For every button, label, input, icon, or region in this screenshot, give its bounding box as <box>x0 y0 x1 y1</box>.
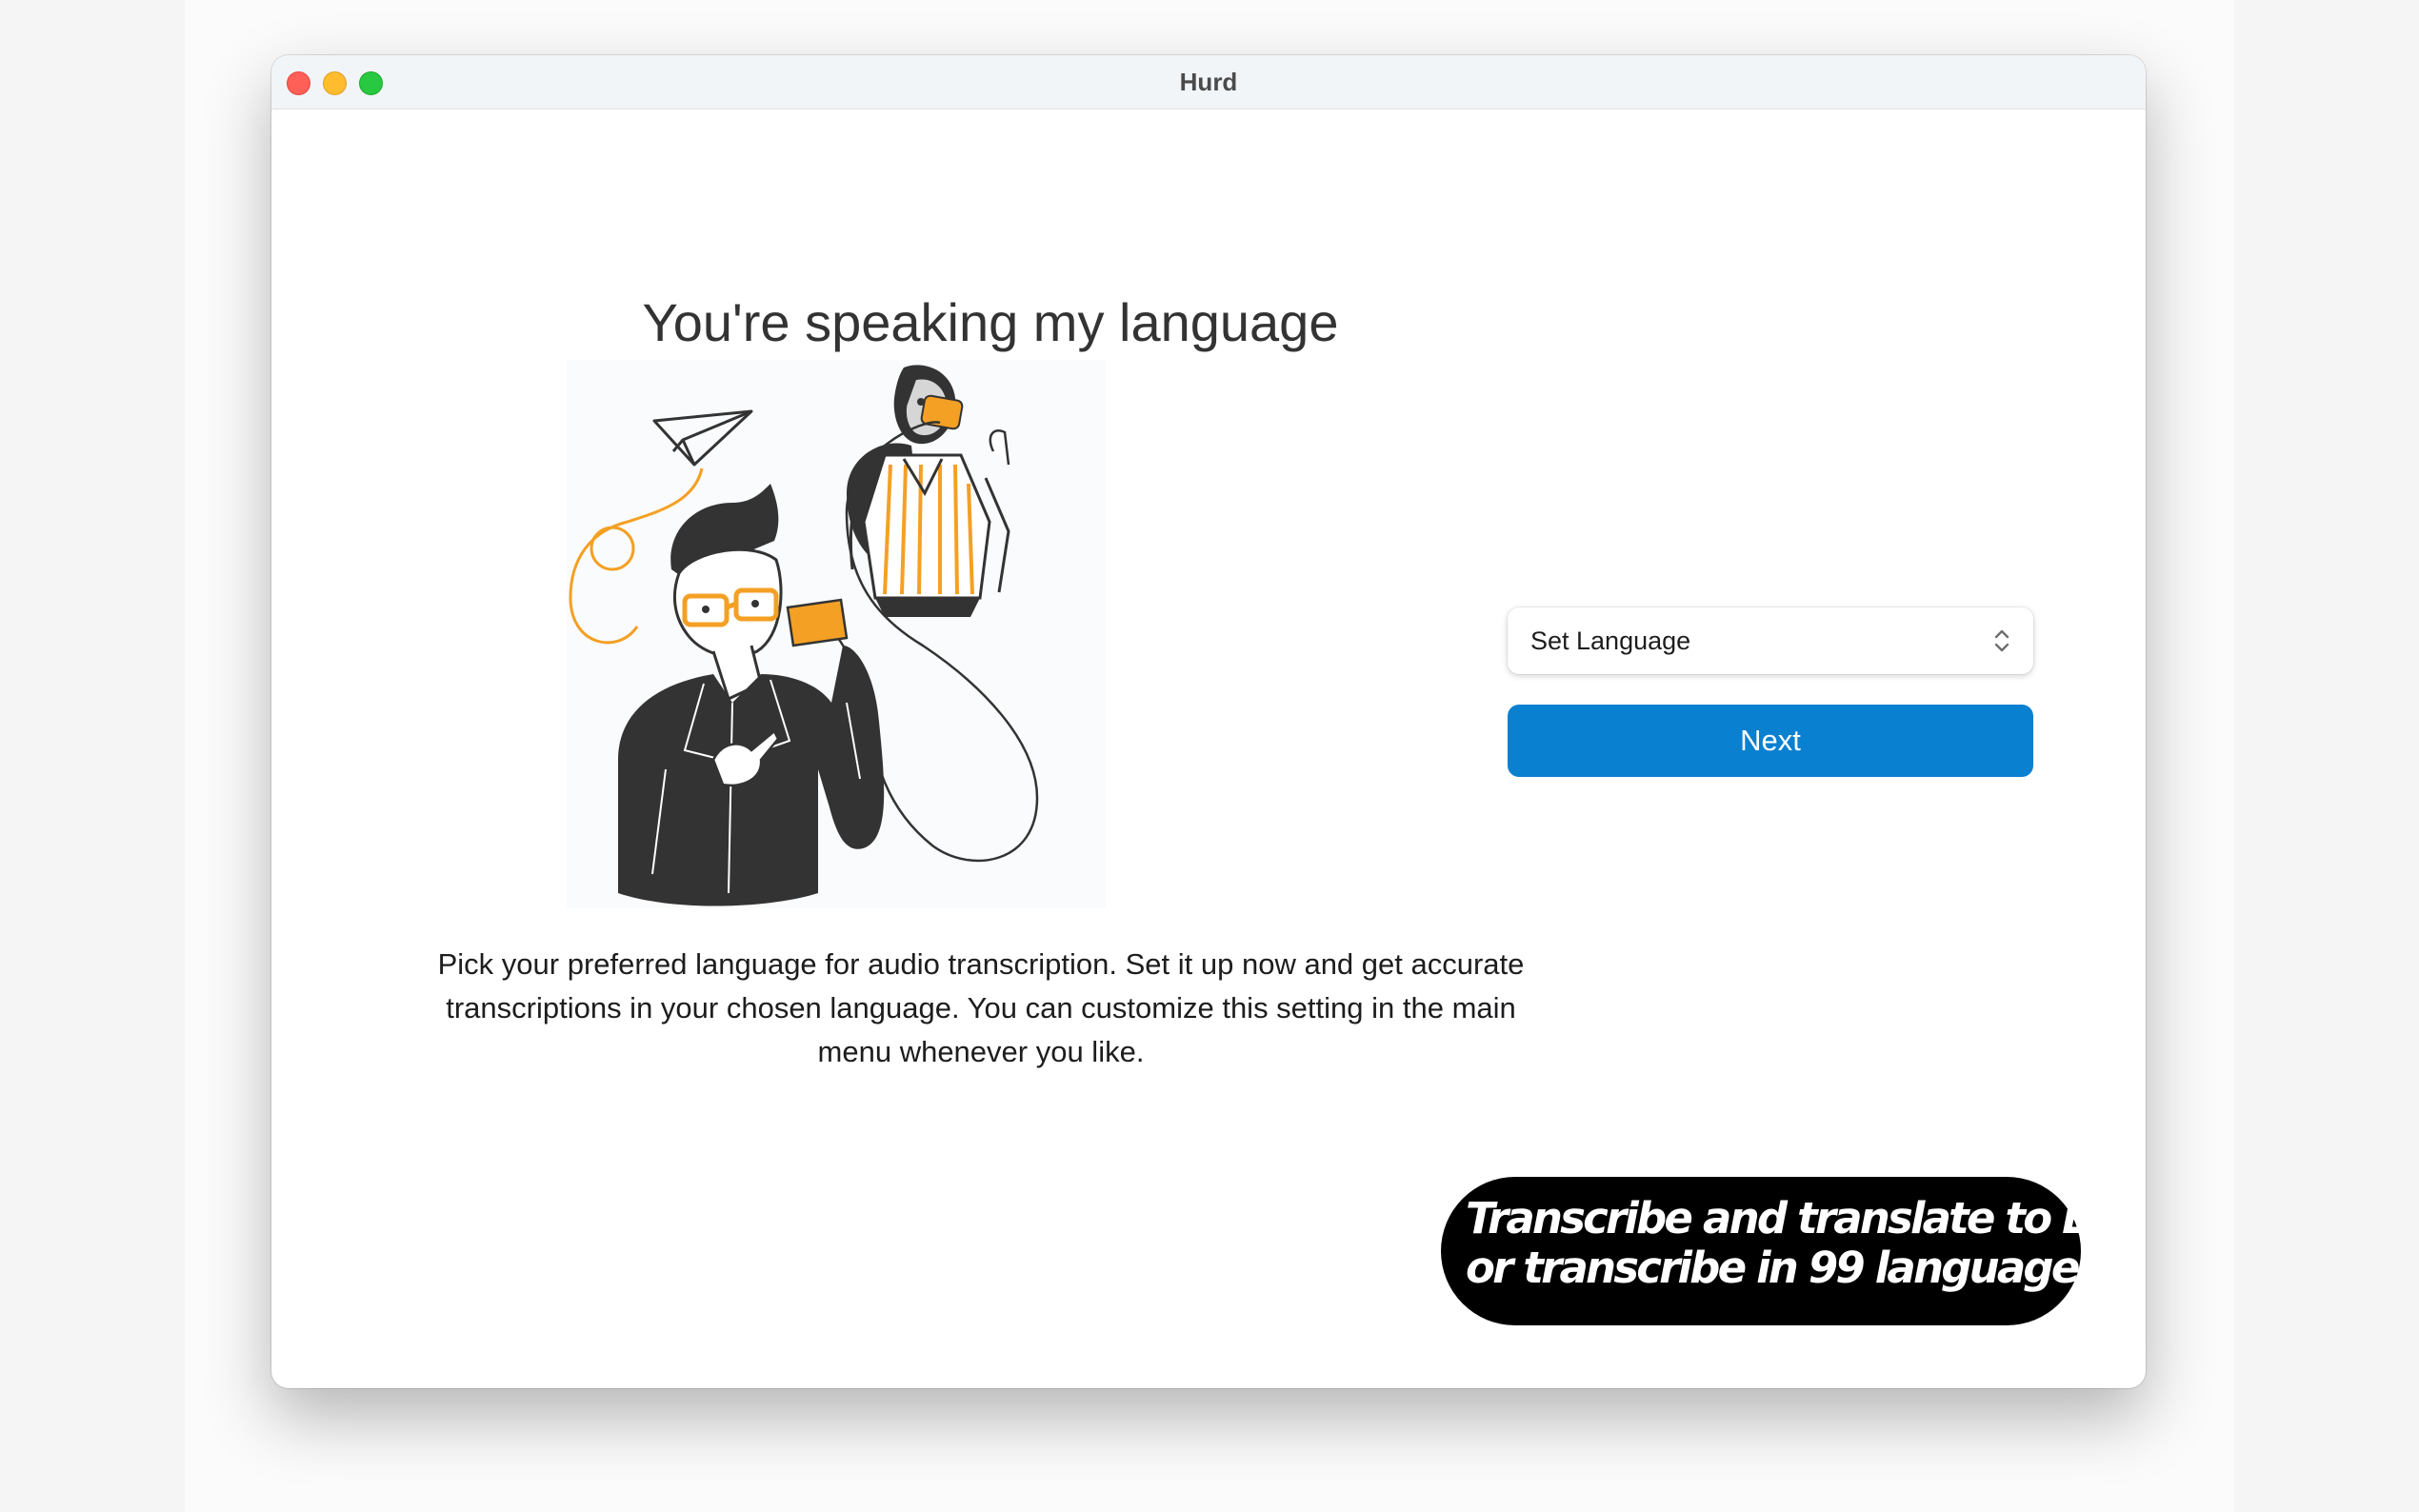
title-bar: Hurd <box>271 55 2146 109</box>
up-down-chevron-icon <box>1994 629 2009 652</box>
language-select[interactable]: Set Language <box>1508 607 2033 674</box>
page-heading: You're speaking my language <box>642 291 1339 352</box>
description-text: Pick your preferred language for audio t… <box>437 947 1525 1068</box>
promo-line-2: or transcribe in 99 languages <box>1466 1243 2103 1293</box>
people-talking-illustration <box>567 360 1106 908</box>
app-window: Hurd You're speaking my language Pick yo… <box>271 55 2146 1388</box>
window-title: Hurd <box>1179 68 1238 96</box>
promo-line-1: Transcribe and translate to English <box>1466 1193 2146 1243</box>
next-button[interactable]: Next <box>1508 705 2033 777</box>
promo-banner: Transcribe and translate to English or t… <box>1441 1177 2146 1325</box>
language-select-label: Set Language <box>1530 627 1691 655</box>
